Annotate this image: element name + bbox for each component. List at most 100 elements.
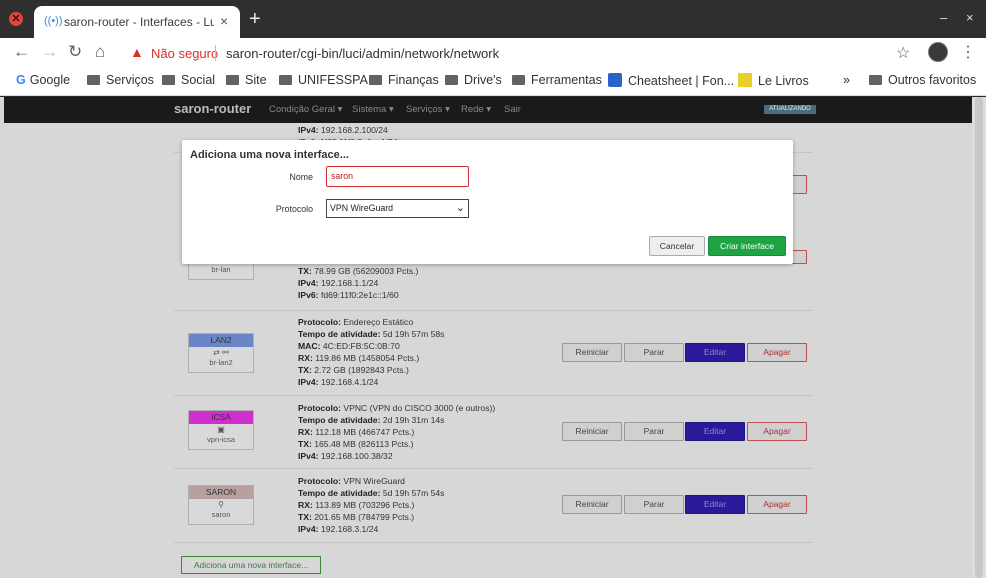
browser-tab[interactable]: ((•)) saron-router - Interfaces - LuCI × <box>34 6 240 38</box>
home-icon[interactable]: ⌂ <box>95 42 105 62</box>
scrollbar-thumb[interactable] <box>975 97 983 578</box>
folder-icon <box>869 75 882 85</box>
saron-name: SARON <box>189 486 253 499</box>
modal-title: Adiciona uma nova interface... <box>190 149 349 161</box>
cancel-button[interactable]: Cancelar <box>649 236 705 256</box>
restart-button-lan2[interactable]: Reiniciar <box>562 343 622 362</box>
ipv4-label: IPv4: <box>298 125 319 135</box>
window-close-icon[interactable]: ✕ <box>9 12 23 26</box>
tunnel-icon: ⚲ <box>218 500 224 509</box>
bookmark-outros-favoritos[interactable]: Outros favoritos <box>869 73 976 87</box>
address-divider <box>215 45 216 61</box>
icsa-device: vpn-icsa <box>207 435 235 444</box>
icsa-ipv4: 192.168.100.38/32 <box>320 451 393 461</box>
menu-rede[interactable]: Rede ▾ <box>461 104 491 115</box>
saron-ipv4: 192.168.3.1/24 <box>320 524 379 534</box>
partial-ipv4: 192.168.2.100/24 <box>320 125 388 135</box>
bookmark-cheatsheet[interactable]: Cheatsheet | Fon... <box>608 73 734 88</box>
close-window-icon[interactable]: × <box>966 10 974 25</box>
saron-tx: 201.65 MB (784799 Pcts.) <box>314 512 415 522</box>
wifi-favicon-icon: ((•)) <box>44 15 63 27</box>
folder-icon <box>369 75 382 85</box>
profile-avatar[interactable] <box>928 42 948 62</box>
lan2-device: br-lan2 <box>209 358 233 367</box>
folder-icon <box>87 75 100 85</box>
lan-device: br-lan <box>211 265 231 274</box>
address-bar[interactable]: ▲ Não seguro saron-router/cgi-bin/luci/a… <box>120 41 920 65</box>
name-label: Nome <box>289 172 313 182</box>
bookmark-ferramentas[interactable]: Ferramentas <box>512 73 602 87</box>
protocol-select[interactable]: VPN WireGuard ⌄ <box>326 199 469 218</box>
protocol-select-value: VPN WireGuard <box>330 203 394 213</box>
interface-row-icsa: ICSA ▣ vpn-icsa Protocolo: VPNC (VPN do … <box>174 396 812 469</box>
menu-sistema[interactable]: Sistema ▾ <box>352 104 394 115</box>
bookmark-site[interactable]: Site <box>226 73 267 87</box>
reload-icon[interactable]: ↻ <box>68 42 82 62</box>
tab-close-icon[interactable]: × <box>220 13 228 29</box>
icsa-badge[interactable]: ICSA ▣ vpn-icsa <box>188 410 254 450</box>
back-icon[interactable]: ← <box>13 42 30 62</box>
edit-button-lan2[interactable]: Editar <box>685 343 745 362</box>
lan2-protocol: Endereço Estático <box>343 317 414 327</box>
folder-icon <box>445 75 458 85</box>
delete-button-icsa[interactable]: Apagar <box>747 422 807 441</box>
bookmark-google[interactable]: G Google <box>16 73 70 87</box>
bookmark-financas[interactable]: Finanças <box>369 73 439 87</box>
restart-button-icsa[interactable]: Reiniciar <box>562 422 622 441</box>
luci-brand[interactable]: saron-router <box>174 101 251 116</box>
edit-button-saron[interactable]: Editar <box>685 495 745 514</box>
folder-icon <box>279 75 292 85</box>
lan-tx: 78.99 GB (56209003 Pcts.) <box>314 266 419 276</box>
stop-button-lan2[interactable]: Parar <box>624 343 684 362</box>
add-interface-modal: Adiciona uma nova interface... Nome saro… <box>182 140 793 264</box>
menu-sair[interactable]: Sair <box>504 104 521 115</box>
lan-ipv6: fd69:11f0:2e1c::1/60 <box>320 290 399 300</box>
name-input[interactable]: saron <box>326 166 469 187</box>
interface-row-lan2: LAN2 ⇄ ⚯ br-lan2 Protocolo: Endereço Est… <box>174 311 812 396</box>
forward-icon[interactable]: → <box>41 42 58 62</box>
menu-servicos[interactable]: Serviços ▾ <box>406 104 450 115</box>
bookmark-social[interactable]: Social <box>162 73 215 87</box>
icsa-name: ICSA <box>189 411 253 424</box>
autorefresh-badge[interactable]: ATUALIZANDO <box>764 105 816 114</box>
create-interface-button[interactable]: Criar interface <box>708 236 786 256</box>
icsa-rx: 112.18 MB (466747 Pcts.) <box>315 427 415 437</box>
new-tab-button[interactable]: + <box>249 9 261 29</box>
minimize-icon[interactable]: – <box>940 10 947 25</box>
url-text[interactable]: saron-router/cgi-bin/luci/admin/network/… <box>226 46 499 61</box>
bookmark-le-livros[interactable]: Le Livros <box>738 73 809 88</box>
stop-button-saron[interactable]: Parar <box>624 495 684 514</box>
book-icon <box>738 73 752 87</box>
icsa-uptime: 2d 19h 31m 14s <box>382 415 445 425</box>
add-interface-button[interactable]: Adiciona uma nova interface... <box>181 556 321 574</box>
bookmark-star-icon[interactable]: ☆ <box>896 43 910 63</box>
protocol-label: Protocolo <box>275 204 313 214</box>
lan2-badge[interactable]: LAN2 ⇄ ⚯ br-lan2 <box>188 333 254 373</box>
saron-badge[interactable]: SARON ⚲ saron <box>188 485 254 525</box>
lan-ipv4: 192.168.1.1/24 <box>320 278 379 288</box>
bookmark-servicos[interactable]: Serviços <box>87 73 154 87</box>
security-label[interactable]: Não seguro <box>151 46 218 61</box>
browser-titlebar: ✕ ((•)) saron-router - Interfaces - LuCI… <box>0 0 986 38</box>
lan-info: TX: 78.99 GB (56209003 Pcts.) IPv4: 192.… <box>298 266 419 300</box>
bookmark-drives[interactable]: Drive's <box>445 73 502 87</box>
page-scrollbar[interactable] <box>972 97 986 578</box>
saron-rx: 113.89 MB (703296 Pcts.) <box>315 500 415 510</box>
edit-button-icsa[interactable]: Editar <box>685 422 745 441</box>
delete-button-saron[interactable]: Apagar <box>747 495 807 514</box>
more-bookmarks-icon[interactable]: » <box>843 73 850 87</box>
browser-menu-icon[interactable]: ⋮ <box>960 42 976 62</box>
saron-uptime: 5d 19h 57m 54s <box>382 488 445 498</box>
folder-icon <box>512 75 525 85</box>
delete-button-lan2[interactable]: Apagar <box>747 343 807 362</box>
bookmarks-bar: G Google Serviços Social Site UNIFESSPA F… <box>0 68 986 96</box>
stop-button-icsa[interactable]: Parar <box>624 422 684 441</box>
flag-icon <box>608 73 622 87</box>
saron-device: saron <box>211 510 231 519</box>
lan2-tx: 2.72 GB (1892843 Pcts.) <box>314 365 409 375</box>
bookmark-unifesspa[interactable]: UNIFESSPA <box>279 73 368 87</box>
icsa-protocol: VPNC (VPN do CISCO 3000 (e outros)) <box>343 403 496 413</box>
menu-status[interactable]: Condição Geral ▾ <box>269 104 342 115</box>
restart-button-saron[interactable]: Reiniciar <box>562 495 622 514</box>
icsa-tx: 165.48 MB (826113 Pcts.) <box>314 439 414 449</box>
